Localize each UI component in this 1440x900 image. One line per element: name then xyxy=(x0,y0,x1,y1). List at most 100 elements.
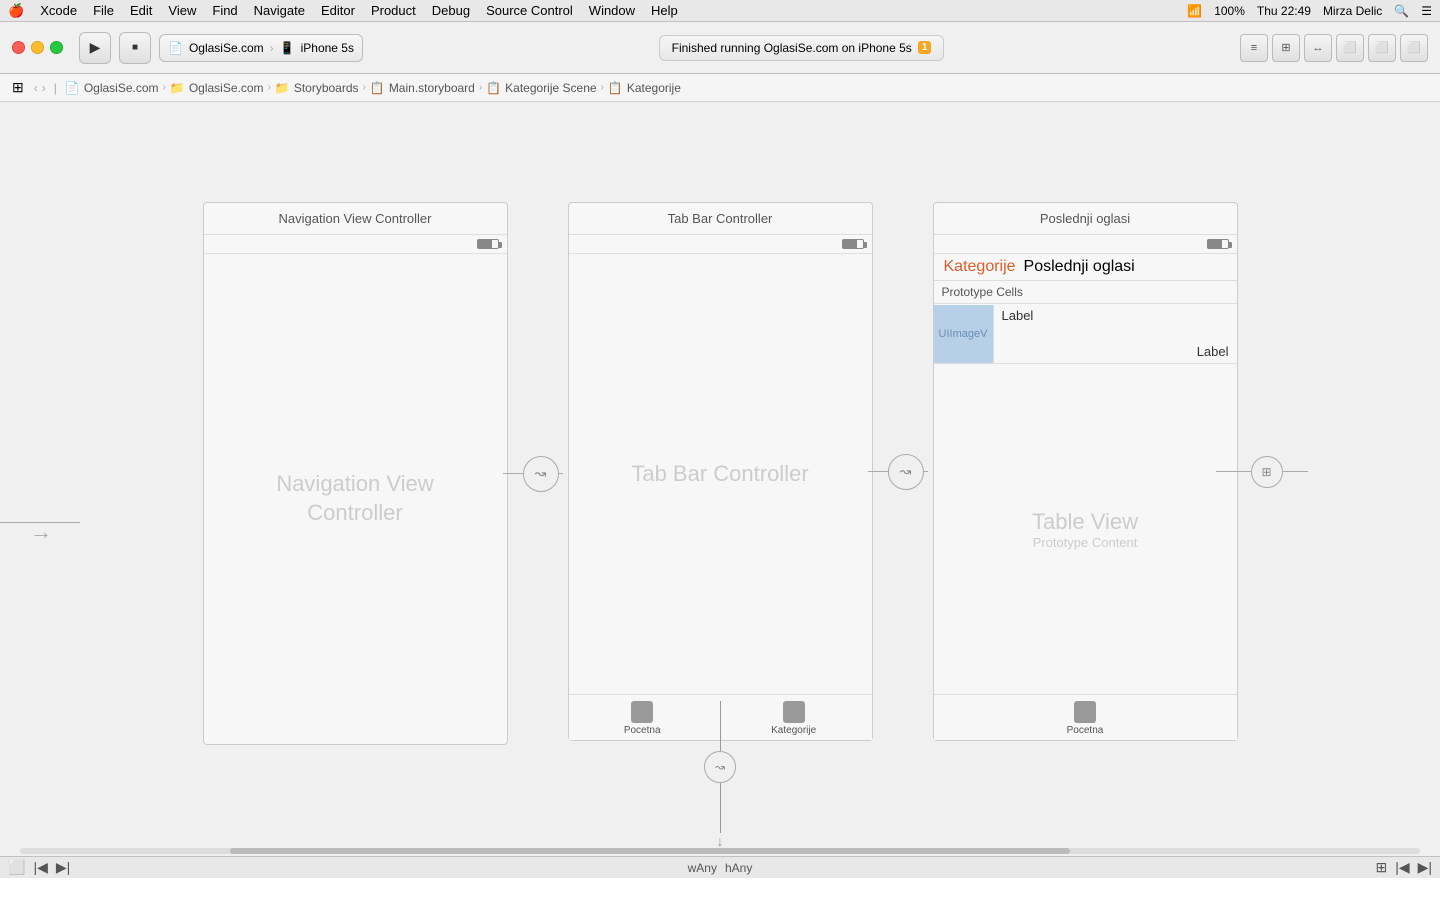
cell-label-bottom: Label xyxy=(1002,344,1229,359)
kategorije-tab-red[interactable]: Kategorije xyxy=(944,258,1016,276)
toolbar-right: ≡ ⊞ ↔ ⬜ ⬜ ⬜ xyxy=(1240,34,1428,62)
table-view-subtitle: Prototype Content xyxy=(1033,535,1138,550)
scene-icon-4: 📋 xyxy=(486,81,501,95)
scrollbar-horizontal[interactable] xyxy=(0,846,1440,856)
maximize-button[interactable] xyxy=(50,41,63,54)
kategorije-scene[interactable]: Poslednji oglasi Kategorije Poslednji og… xyxy=(933,202,1238,741)
cell-image: UIImageV xyxy=(934,305,994,363)
scrollbar-thumb[interactable] xyxy=(230,848,1070,854)
breadcrumb-toggle[interactable]: ⊞ xyxy=(12,79,24,96)
segue-down-icon: ↝ xyxy=(715,760,725,774)
scene-container: Navigation View Controller Navigation Vi… xyxy=(0,102,1440,745)
breadcrumb-sep-4: › xyxy=(601,82,604,93)
breadcrumb-item-1[interactable]: 📁 OglasiSe.com xyxy=(170,81,264,95)
breadcrumb-item-4[interactable]: 📋 Kategorije Scene xyxy=(486,81,596,95)
tab-vc-wrapper: Tab Bar Controller Tab Bar Controller Po… xyxy=(568,202,873,741)
editor-version-button[interactable]: ↔ xyxy=(1304,34,1332,62)
prototype-cells-label: Prototype Cells xyxy=(934,281,1237,304)
prototype-cell-row[interactable]: UIImageV Label Label xyxy=(934,304,1237,364)
bottom-bar: ⬜ |◀ ▶| wAny hAny ⊞ |◀ ▶| xyxy=(0,856,1440,878)
zoom-fit-button[interactable]: ⊞ xyxy=(1375,859,1387,876)
bottom-icon-3[interactable]: ▶| xyxy=(56,859,70,876)
apple-menu[interactable]: 🍎 xyxy=(8,3,24,19)
menu-editor[interactable]: Editor xyxy=(321,3,355,18)
user-name: Mirza Delic xyxy=(1323,4,1382,18)
breadcrumb-sep-0: › xyxy=(163,82,166,93)
tab-label-kategorije: Kategorije xyxy=(771,725,816,736)
table-view-area: Table View Prototype Content xyxy=(934,364,1237,694)
menu-product[interactable]: Product xyxy=(371,3,416,18)
menu-file[interactable]: File xyxy=(93,3,114,18)
bottom-icon-1[interactable]: ⬜ xyxy=(8,859,25,876)
cell-labels: Label Label xyxy=(994,304,1237,363)
storyboard-canvas[interactable]: → Navigation View Controller Navigation … xyxy=(0,102,1440,878)
menu-source-control[interactable]: Source Control xyxy=(486,3,573,18)
kat-right-connector: ⊞ xyxy=(1216,456,1308,488)
tab-label-pocetna: Pocetna xyxy=(624,725,661,736)
battery-icon-3 xyxy=(1207,239,1229,249)
menu-help[interactable]: Help xyxy=(651,3,678,18)
list-icon[interactable]: ☰ xyxy=(1421,4,1432,18)
menu-view[interactable]: View xyxy=(168,3,196,18)
debug-button[interactable]: ⬜ xyxy=(1368,34,1396,62)
minimize-button[interactable] xyxy=(31,41,44,54)
navigator-button[interactable]: ⬜ xyxy=(1336,34,1364,62)
breadcrumb-sep-3: › xyxy=(479,82,482,93)
bottom-icon-2[interactable]: |◀ xyxy=(33,859,47,876)
kat-tab-label-pocetna: Pocetna xyxy=(1067,725,1104,736)
tab-vc-label: Tab Bar Controller xyxy=(631,460,808,489)
nav-vc-title: Navigation View Controller xyxy=(204,203,507,235)
warning-badge: 1 xyxy=(918,41,932,54)
vc-icon-5: 📋 xyxy=(608,81,623,95)
menu-debug[interactable]: Debug xyxy=(432,3,470,18)
menu-edit[interactable]: Edit xyxy=(130,3,152,18)
run-button[interactable]: ▶ xyxy=(79,32,111,64)
stop-button[interactable]: ■ xyxy=(119,32,151,64)
breadcrumb: ⊞ ‹ › | 📄 OglasiSe.com › 📁 OglasiSe.com … xyxy=(0,74,1440,102)
nav-vc-wrapper: Navigation View Controller Navigation Vi… xyxy=(203,202,508,745)
nav-vc-label: Navigation ViewController xyxy=(276,470,433,527)
breadcrumb-item-5[interactable]: 📋 Kategorije xyxy=(608,81,681,95)
right-segue-circle[interactable]: ⊞ xyxy=(1251,456,1283,488)
tab-vc-scene[interactable]: Tab Bar Controller Tab Bar Controller Po… xyxy=(568,202,873,741)
breadcrumb-item-0[interactable]: 📄 OglasiSe.com xyxy=(65,81,159,95)
tab-icon-kategorije xyxy=(783,701,805,723)
zoom-out-button[interactable]: |◀ xyxy=(1395,859,1409,876)
status-bar: Finished running OglasiSe.com on iPhone … xyxy=(371,35,1232,61)
kategorije-wrapper: Poslednji oglasi Kategorije Poslednji og… xyxy=(933,202,1238,741)
scheme-selector[interactable]: 📄 OglasiSe.com › 📱 iPhone 5s xyxy=(159,34,363,62)
bottom-right-controls: ⊞ |◀ ▶| xyxy=(1375,859,1432,876)
tab-item-kategorije[interactable]: Kategorije xyxy=(771,701,816,736)
segue-circle-2[interactable]: ↝ xyxy=(888,454,924,490)
close-button[interactable] xyxy=(12,41,25,54)
menu-xcode[interactable]: Xcode xyxy=(40,3,77,18)
device-icon: 📱 xyxy=(280,41,295,55)
breadcrumb-back[interactable]: ‹ xyxy=(34,81,38,95)
editor-assistant-button[interactable]: ⊞ xyxy=(1272,34,1300,62)
breadcrumb-item-3[interactable]: 📋 Main.storyboard xyxy=(370,81,475,95)
menu-find[interactable]: Find xyxy=(212,3,237,18)
wifi-icon: 📶 xyxy=(1187,4,1202,18)
menu-navigate[interactable]: Navigate xyxy=(254,3,305,18)
search-icon[interactable]: 🔍 xyxy=(1394,4,1409,18)
kategorije-tab-black[interactable]: Poslednji oglasi xyxy=(1024,258,1135,276)
breadcrumb-sep-2: › xyxy=(363,82,366,93)
zoom-in-button[interactable]: ▶| xyxy=(1418,859,1432,876)
nav-vc-body: Navigation ViewController xyxy=(204,254,507,744)
breadcrumb-sep-1: › xyxy=(268,82,271,93)
segue-circle-1[interactable]: ↝ xyxy=(523,456,559,492)
nav-vc-scene[interactable]: Navigation View Controller Navigation Vi… xyxy=(203,202,508,745)
kat-tab-item-pocetna[interactable]: Pocetna xyxy=(1067,701,1104,736)
editor-standard-button[interactable]: ≡ xyxy=(1240,34,1268,62)
breadcrumb-item-2[interactable]: 📁 Storyboards xyxy=(275,81,359,95)
scheme-name: OglasiSe.com xyxy=(189,41,264,55)
kategorije-title: Poslednji oglasi xyxy=(934,203,1237,235)
breadcrumb-forward[interactable]: › xyxy=(42,81,46,95)
kat-tab-bar-bottom: Pocetna xyxy=(934,694,1237,740)
clock: Thu 22:49 xyxy=(1257,4,1311,18)
menu-window[interactable]: Window xyxy=(589,3,635,18)
utilities-button[interactable]: ⬜ xyxy=(1400,34,1428,62)
size-w-label: wAny xyxy=(688,861,717,875)
segue-circle-down[interactable]: ↝ xyxy=(704,751,736,783)
tab-item-pocetna[interactable]: Pocetna xyxy=(624,701,661,736)
